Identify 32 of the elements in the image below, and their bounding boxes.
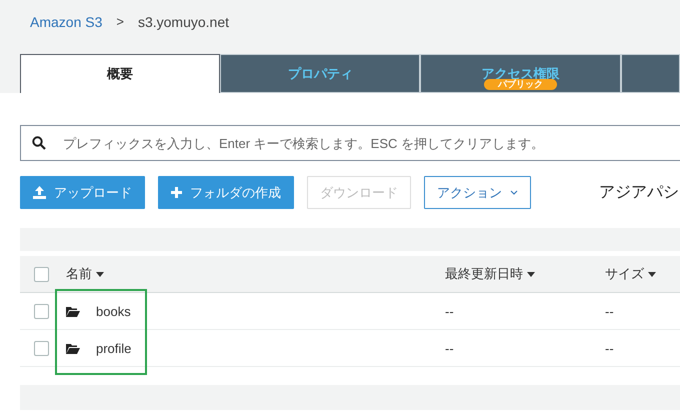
table-cell-text: -- [445, 340, 455, 356]
caret-icon [527, 272, 535, 276]
breadcrumb-current: s3.yomuyo.net [138, 14, 230, 30]
checkbox[interactable] [34, 304, 49, 318]
table-cell-text: -- [605, 304, 615, 318]
folder-icon [66, 342, 80, 354]
caret-icon [648, 272, 656, 276]
tab[interactable]: 概要 [20, 54, 220, 93]
chevron-down-icon [510, 190, 518, 195]
plus-icon [171, 187, 182, 198]
breadcrumb-link[interactable]: Amazon S3 [30, 14, 102, 30]
checkbox[interactable] [34, 266, 49, 282]
region-label: アジアパシ [599, 183, 679, 203]
breadcrumb-separator: > [116, 14, 124, 29]
column-header[interactable]: 名前 [66, 265, 445, 283]
caret-icon [96, 272, 104, 276]
folder-icon [66, 306, 80, 316]
tab[interactable] [620, 54, 680, 93]
action-button[interactable]: フォルダの作成 [158, 176, 294, 209]
status-badge: パブリック [484, 79, 557, 90]
table-cell-text: -- [605, 340, 615, 356]
table-cell-text: -- [445, 304, 455, 318]
checkbox[interactable] [34, 340, 49, 356]
search-field[interactable]: プレフィックスを入力し、Enter キーで検索します。ESC を押してクリアします。 [20, 125, 680, 161]
dropdown-button[interactable]: アクション [424, 176, 531, 209]
column-header[interactable]: 最終更新日時 [445, 265, 605, 283]
folder-name[interactable]: books [96, 304, 131, 318]
tab[interactable]: プロパティ [220, 54, 420, 93]
action-button[interactable]: アップロード [20, 176, 145, 209]
column-header[interactable]: サイズ [605, 265, 680, 283]
folder-name[interactable]: profile [96, 340, 132, 356]
upload-icon [33, 186, 46, 199]
